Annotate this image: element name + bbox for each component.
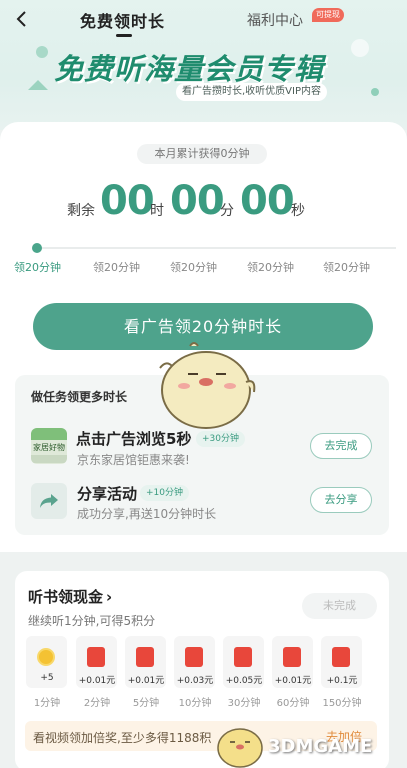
task-subtitle: 成功分享,再送10分钟时长 <box>77 507 217 521</box>
reward-label: 2分钟 <box>83 698 111 709</box>
red-envelope-icon <box>283 647 301 667</box>
watermark: 3DMGAME <box>268 736 373 757</box>
red-envelope-icon <box>136 647 154 667</box>
task-bonus: +30分钟 <box>196 431 245 447</box>
seconds-unit: 秒 <box>291 203 305 219</box>
reward-amount: +0.01元 <box>78 676 116 686</box>
countdown-hours: 00 <box>100 178 155 224</box>
cash-badge: 可提现 <box>312 8 344 22</box>
reward-label: 5分钟 <box>132 698 160 709</box>
timeline-step: 领20分钟 <box>93 261 140 274</box>
timeline-current-dot <box>32 243 42 253</box>
reward-amount: +5 <box>40 673 54 683</box>
minutes-unit: 分 <box>220 203 234 219</box>
reward-amount: +0.03元 <box>176 676 214 686</box>
timeline-step: 领20分钟 <box>323 261 370 274</box>
month-summary: 本月累计获得0分钟 <box>137 144 267 164</box>
hours-unit: 时 <box>150 203 164 219</box>
red-envelope-icon <box>185 647 203 667</box>
timeline-step: 领20分钟 <box>247 261 294 274</box>
task-heading: 做任务领更多时长 <box>31 390 128 404</box>
listen-reward-title[interactable]: 听书领现金 › <box>28 586 112 607</box>
task-bonus: +10分钟 <box>140 485 189 501</box>
task-subtitle: 京东家居馆钜惠来袭! <box>77 453 190 467</box>
banner-title: 免费听海量会员专辑 <box>54 52 325 86</box>
countdown-prefix: 剩余 <box>67 203 95 219</box>
countdown-seconds: 00 <box>240 178 295 224</box>
back-button[interactable] <box>10 8 32 30</box>
mascot-chick <box>159 342 256 429</box>
red-envelope-icon <box>234 647 252 667</box>
banner-subtitle: 看广告攒时长,收听优质VIP内容 <box>176 83 327 101</box>
listen-status-button[interactable]: 未完成 <box>302 593 377 619</box>
red-envelope-icon <box>87 647 105 667</box>
task-complete-button[interactable]: 去完成 <box>310 433 372 459</box>
countdown-minutes: 00 <box>170 178 225 224</box>
chevron-right-icon: › <box>106 588 113 606</box>
reward-amount: +0.01元 <box>274 676 312 686</box>
reward-amount: +0.05元 <box>225 676 263 686</box>
reward-amount: +0.1元 <box>326 676 358 686</box>
task-title: 分享活动 <box>77 485 138 503</box>
reward-label: 1分钟 <box>33 698 61 709</box>
reward-label: 150分钟 <box>322 698 362 709</box>
task-share-button[interactable]: 去分享 <box>310 487 372 513</box>
active-tab-indicator <box>116 34 132 37</box>
reward-label: 10分钟 <box>178 698 212 709</box>
timeline-step: 领20分钟 <box>14 261 61 274</box>
share-icon <box>31 483 67 519</box>
tab-free-time[interactable]: 免费领时长 <box>80 8 165 32</box>
tab-welfare-center[interactable]: 福利中心 <box>247 10 303 30</box>
ad-thumbnail-text: 家居好物 <box>33 443 65 452</box>
reward-label: 30分钟 <box>227 698 261 709</box>
listen-reward-subtitle: 继续听1分钟,可得5积分 <box>28 614 156 628</box>
ad-thumbnail: 家居好物 <box>31 428 67 464</box>
timeline-track <box>36 247 396 249</box>
reward-label: 60分钟 <box>276 698 310 709</box>
chevron-left-icon <box>16 11 26 27</box>
double-reward-text: 看视频领加倍奖,至少多得1188积 <box>33 731 212 745</box>
reward-amount: +0.01元 <box>127 676 165 686</box>
timeline-step: 领20分钟 <box>170 261 217 274</box>
coin-icon <box>37 648 55 666</box>
mascot-chick-small <box>217 728 263 768</box>
red-envelope-icon <box>332 647 350 667</box>
